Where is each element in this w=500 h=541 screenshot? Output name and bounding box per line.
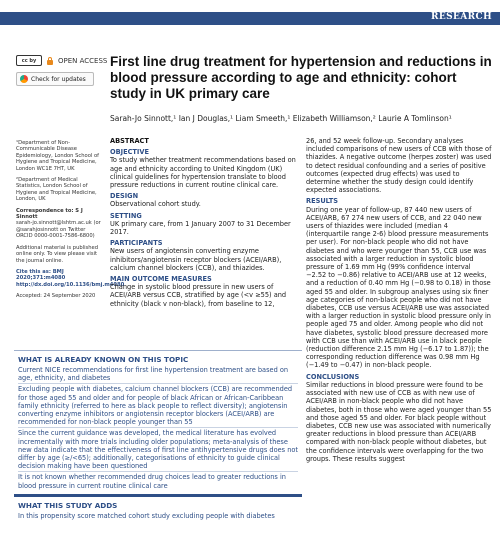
abstract-column-right: 26, and 52 week follow-up. Secondary ana… bbox=[306, 137, 492, 463]
known-item: Since the current guidance was developed… bbox=[18, 429, 299, 471]
abstract-column-left: ABSTRACT OBJECTIVE To study whether trea… bbox=[110, 137, 298, 308]
participants-text: New users of angiotensin converting enzy… bbox=[110, 247, 282, 272]
open-access-badge: cc by OPEN ACCESS bbox=[16, 55, 107, 66]
already-known-box: WHAT IS ALREADY KNOWN ON THIS TOPIC Curr… bbox=[14, 350, 302, 541]
results-text: During one year of follow-up, 87 440 new… bbox=[306, 205, 491, 370]
check-updates-button[interactable]: Check for updates bbox=[16, 72, 94, 86]
correspondence-label: Correspondence to: S J Sinnott bbox=[16, 207, 83, 221]
design-heading: DESIGN bbox=[110, 192, 139, 201]
research-label: RESEARCH bbox=[430, 12, 492, 22]
citation-link[interactable]: Cite this as: BMJ 2020;371:m4080 http://… bbox=[16, 269, 124, 288]
outcomes-text: Change in systolic blood pressure in new… bbox=[110, 283, 287, 308]
accepted-date: Accepted: 24 September 2020 bbox=[16, 293, 96, 300]
conclusions-heading: CONCLUSIONS bbox=[306, 372, 360, 381]
setting-text: UK primary care, from 1 January 2007 to … bbox=[110, 219, 291, 237]
correspondence-email[interactable]: sarah-jo.sinnott@lshtm.ac.uk (or @sarahj… bbox=[16, 220, 102, 239]
affiliation-2: ²Department of Medical Statistics, Londo… bbox=[16, 177, 97, 203]
divider bbox=[18, 427, 298, 429]
outcomes-text-continued: 26, and 52 week follow-up. Secondary ana… bbox=[306, 137, 492, 195]
already-known-heading: WHAT IS ALREADY KNOWN ON THIS TOPIC bbox=[18, 355, 189, 364]
known-item: Current NICE recommendations for first l… bbox=[18, 366, 289, 383]
outcomes-heading: MAIN OUTCOME MEASURES bbox=[110, 275, 212, 284]
research-banner: RESEARCH bbox=[0, 12, 500, 25]
objective-heading: OBJECTIVE bbox=[110, 148, 149, 157]
objective-text: To study whether treatment recommendatio… bbox=[110, 156, 296, 190]
study-adds-heading: WHAT THIS STUDY ADDS bbox=[18, 500, 118, 510]
open-access-label: OPEN ACCESS bbox=[58, 56, 108, 65]
box-rule bbox=[14, 493, 302, 497]
check-updates-label: Check for updates bbox=[31, 75, 86, 83]
author-list: Sarah-Jo Sinnott,¹ Ian J Douglas,¹ Liam … bbox=[110, 114, 452, 123]
participants-heading: PARTICIPANTS bbox=[110, 239, 163, 248]
article-title: First line drug treatment for hypertensi… bbox=[110, 54, 492, 101]
conclusions-text: Similar reductions in blood pressure wer… bbox=[306, 380, 492, 463]
design-text: Observational cohort study. bbox=[110, 200, 201, 209]
affiliation-1: ¹Department of Non-Communicable Disease … bbox=[16, 140, 99, 172]
setting-heading: SETTING bbox=[110, 211, 142, 220]
known-item: Excluding people with diabetes, calcium … bbox=[18, 385, 293, 427]
adds-item: In this propensity score matched cohort … bbox=[18, 511, 275, 520]
known-item: It is not known whether recommended drug… bbox=[18, 473, 286, 490]
open-lock-icon bbox=[47, 56, 53, 65]
affiliations-sidebar: ¹Department of Non-Communicable Disease … bbox=[16, 140, 124, 305]
crossmark-icon bbox=[20, 75, 28, 83]
cc-license-icon: cc by bbox=[16, 55, 42, 66]
divider bbox=[18, 383, 298, 385]
divider bbox=[18, 471, 298, 473]
additional-material-note: Additional material is published online … bbox=[16, 244, 99, 264]
results-heading: RESULTS bbox=[306, 197, 339, 206]
abstract-heading: ABSTRACT bbox=[110, 137, 149, 145]
